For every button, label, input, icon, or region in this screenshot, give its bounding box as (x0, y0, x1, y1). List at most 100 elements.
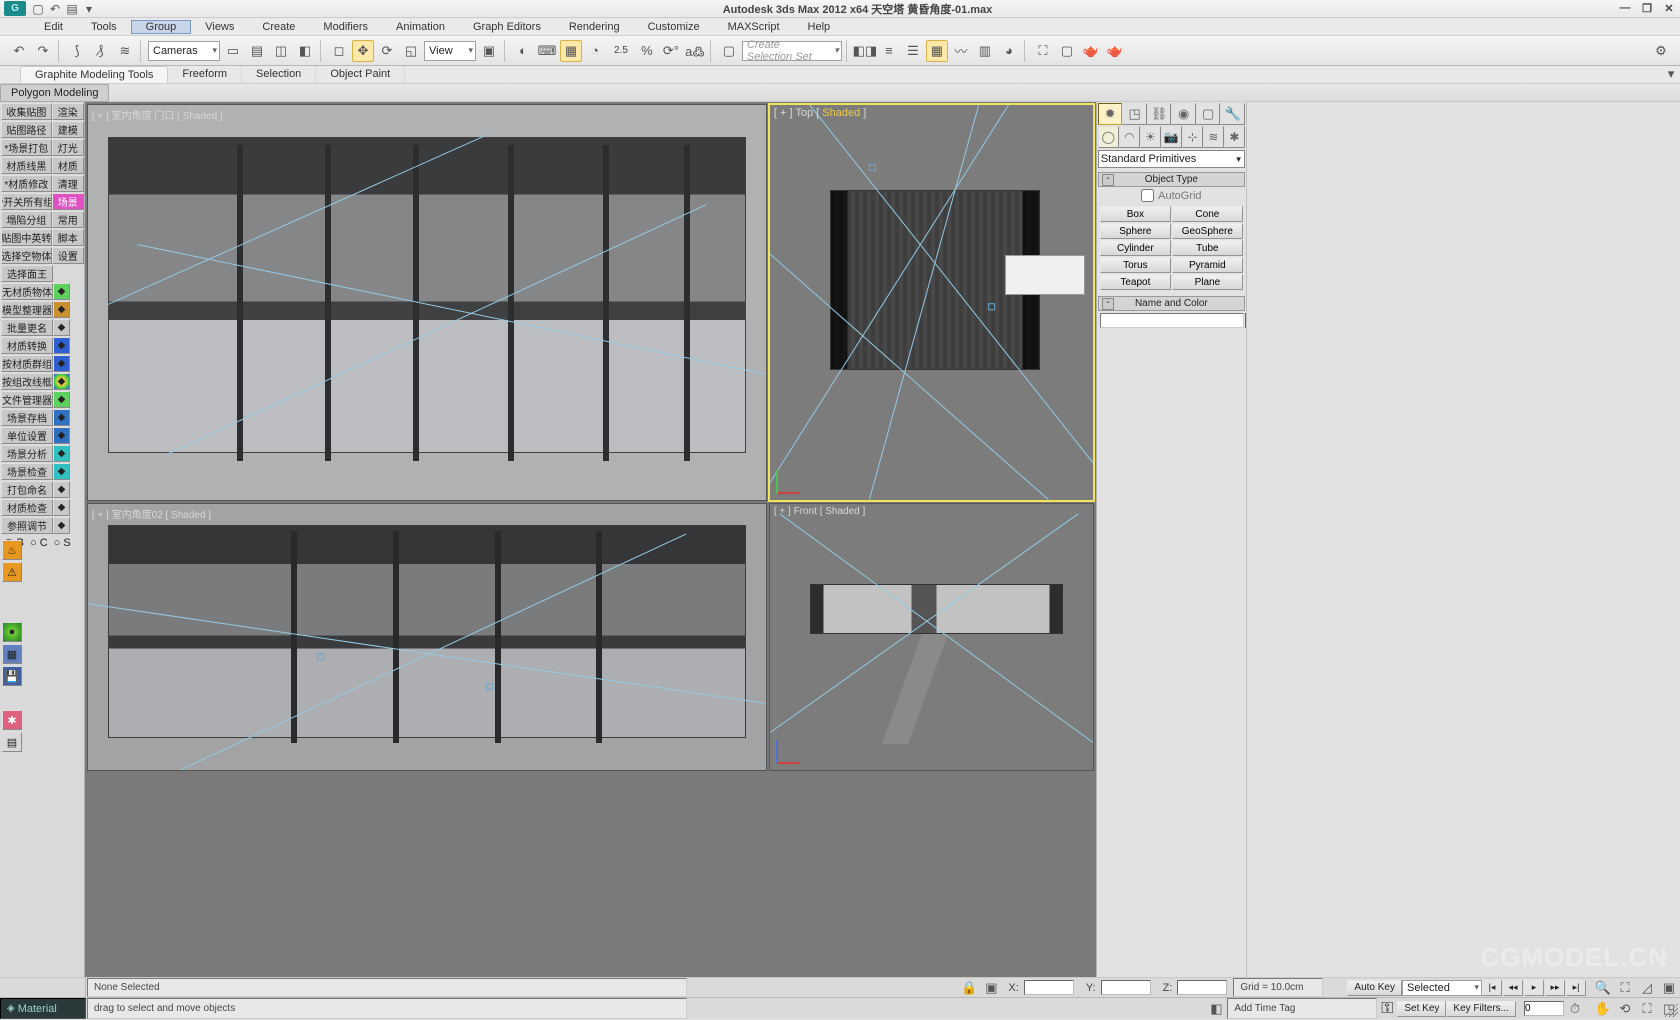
pivot-center-button[interactable]: ▣ (478, 40, 500, 62)
left-script-button[interactable]: 材质检查 (1, 499, 53, 516)
material-editor-button[interactable]: ◕ (998, 40, 1020, 62)
left-category-button[interactable]: 材质 (52, 157, 84, 174)
left-row-icon[interactable]: ◆ (53, 301, 70, 318)
left-tool-add-icon[interactable]: ✱ (2, 710, 22, 730)
left-row-icon[interactable]: ◆ (53, 355, 70, 372)
menu-maxscript[interactable]: MAXScript (714, 21, 794, 33)
left-row-icon[interactable]: ◆ (53, 391, 70, 408)
left-category-button[interactable]: 场景 (52, 193, 84, 210)
left-category-button[interactable]: 清理 (52, 175, 84, 192)
left-row-icon[interactable]: ◆ (53, 427, 70, 444)
abs-rel-icon[interactable]: ◧ (1205, 998, 1227, 1020)
viewport-front[interactable]: [ + ] Front [ Shaded ] (769, 503, 1094, 771)
viewport-label[interactable]: [ + ] Top [ Shaded ] (774, 107, 866, 119)
left-script-button[interactable]: 参照调节 (1, 517, 53, 534)
left-category-button[interactable]: 设置 (52, 247, 84, 264)
primitive-plane-button[interactable]: Plane (1172, 274, 1243, 290)
left-script-button[interactable]: *开关所有组 (1, 193, 52, 210)
coord-y-input[interactable] (1101, 980, 1151, 995)
menu-views[interactable]: Views (191, 21, 248, 33)
menu-create[interactable]: Create (248, 21, 309, 33)
left-row-icon[interactable]: ◆ (53, 481, 70, 498)
keyboard-shortcut-button[interactable]: ⌨ (536, 40, 558, 62)
mirror-button[interactable]: ◧◨ (854, 40, 876, 62)
angle-snap-button[interactable]: ◔ (584, 40, 606, 62)
display-tab[interactable]: ▢ (1196, 103, 1221, 125)
left-script-button[interactable]: 场景存档 (1, 409, 53, 426)
primitive-sphere-button[interactable]: Sphere (1100, 223, 1171, 239)
undo-qat-icon[interactable]: ↶ (47, 1, 63, 17)
new-icon[interactable]: ▢ (30, 1, 46, 17)
viewnav-fov-icon[interactable]: ◿ (1636, 977, 1658, 999)
window-crossing-button[interactable]: ◧ (294, 40, 316, 62)
menu-graph-editors[interactable]: Graph Editors (459, 21, 555, 33)
spinner-snap-button[interactable]: ⟳° (660, 40, 682, 62)
minimize-button[interactable]: — (1618, 2, 1632, 15)
link-button[interactable]: ⟆ (66, 40, 88, 62)
left-script-button[interactable]: 无材质物体 (1, 283, 53, 300)
left-category-button[interactable]: 渲染 (52, 103, 84, 120)
select-object-button[interactable]: ▭ (222, 40, 244, 62)
left-tool-warning-icon[interactable]: ⚠ (2, 562, 22, 582)
left-script-button[interactable]: *材质修改 (1, 175, 52, 192)
render-button[interactable]: 🫖 (1080, 40, 1102, 62)
time-tag[interactable]: Add Time Tag (1227, 998, 1377, 1019)
systems-button[interactable]: ✱ (1224, 126, 1245, 148)
left-row-icon[interactable]: ◆ (53, 373, 70, 390)
left-script-button[interactable]: *场景打包 (1, 139, 52, 156)
left-category-button[interactable]: 建模 (52, 121, 84, 138)
polygon-modeling-tab[interactable]: Polygon Modeling (0, 84, 109, 102)
menu-edit[interactable]: Edit (30, 21, 77, 33)
left-script-button[interactable]: 材质线黑 (1, 157, 52, 174)
viewport-camera-2[interactable]: [ + ] 室内角度02 [ Shaded ] (87, 503, 767, 771)
unlink-button[interactable]: ⟆̷ (90, 40, 112, 62)
keyfilters-button[interactable]: Key Filters... (1446, 1001, 1516, 1017)
left-row-icon[interactable]: ◆ (53, 337, 70, 354)
undo-button[interactable]: ↶ (8, 40, 30, 62)
save-icon[interactable]: ▤ (64, 1, 80, 17)
ribbon-collapse-icon[interactable]: ▾ (1662, 66, 1680, 82)
setkey-button[interactable]: Set Key (1397, 1001, 1446, 1017)
render-setup-button[interactable]: ⛶ (1032, 40, 1054, 62)
left-tool-sphere-icon[interactable]: ● (2, 622, 22, 642)
left-script-button[interactable]: 单位设置 (1, 427, 53, 444)
left-row-icon[interactable]: ◆ (53, 319, 70, 336)
left-row-icon[interactable]: ◆ (53, 283, 70, 300)
left-row-icon[interactable]: ◆ (53, 463, 70, 480)
resize-grip-icon[interactable] (1664, 1003, 1678, 1017)
time-config-button[interactable]: ⏱ (1564, 998, 1586, 1020)
left-category-button[interactable]: 常用 (52, 211, 84, 228)
modify-tab[interactable]: ◳ (1122, 103, 1147, 125)
select-scale-button[interactable]: ◱ (400, 40, 422, 62)
viewnav-zoomall-icon[interactable]: ⛶ (1614, 977, 1636, 999)
menu-tools[interactable]: Tools (77, 21, 131, 33)
isolate-icon[interactable]: ▣ (980, 977, 1002, 999)
viewport-label[interactable]: [ + ] 室内角度 门口 [ Shaded ] (92, 107, 223, 122)
bind-spacewarp-button[interactable]: ≋ (114, 40, 136, 62)
rollout-object-type[interactable]: Object Type (1098, 172, 1245, 187)
viewport-label[interactable]: [ + ] Front [ Shaded ] (774, 506, 865, 517)
lock-selection-icon[interactable]: 🔒 (958, 977, 980, 999)
left-script-button[interactable]: 批量更名 (1, 319, 53, 336)
ref-coord-combo[interactable]: View (424, 41, 476, 61)
snap-toggle-button[interactable]: ▦ (560, 40, 582, 62)
lights-button[interactable]: ☀ (1140, 126, 1161, 148)
graphite-tools-button[interactable]: ▦ (926, 40, 948, 62)
coord-x-input[interactable] (1024, 980, 1074, 995)
object-name-input[interactable] (1100, 313, 1244, 328)
left-tool-disk-icon[interactable]: 💾 (2, 666, 22, 686)
ribbon-tab-selection[interactable]: Selection (242, 66, 316, 83)
left-script-button[interactable]: 材质转换 (1, 337, 53, 354)
left-row-icon[interactable]: ◆ (53, 409, 70, 426)
goto-end-icon[interactable]: ▸| (1566, 980, 1586, 996)
left-row-icon[interactable]: ◆ (53, 445, 70, 462)
align-button[interactable]: ≡ (878, 40, 900, 62)
goto-start-icon[interactable]: |◂ (1482, 980, 1502, 996)
cameras-button[interactable]: 📷 (1161, 126, 1182, 148)
viewport-top[interactable]: [ + ] Top [ Shaded ] (769, 104, 1094, 501)
viewport-label[interactable]: [ + ] 室内角度02 [ Shaded ] (92, 506, 211, 521)
menu-group[interactable]: Group (131, 20, 192, 34)
viewnav-zoomext-icon[interactable]: ▣ (1658, 977, 1680, 999)
left-script-button[interactable]: 选择空物体 (1, 247, 52, 264)
hierarchy-tab[interactable]: ⛓ (1147, 103, 1172, 125)
